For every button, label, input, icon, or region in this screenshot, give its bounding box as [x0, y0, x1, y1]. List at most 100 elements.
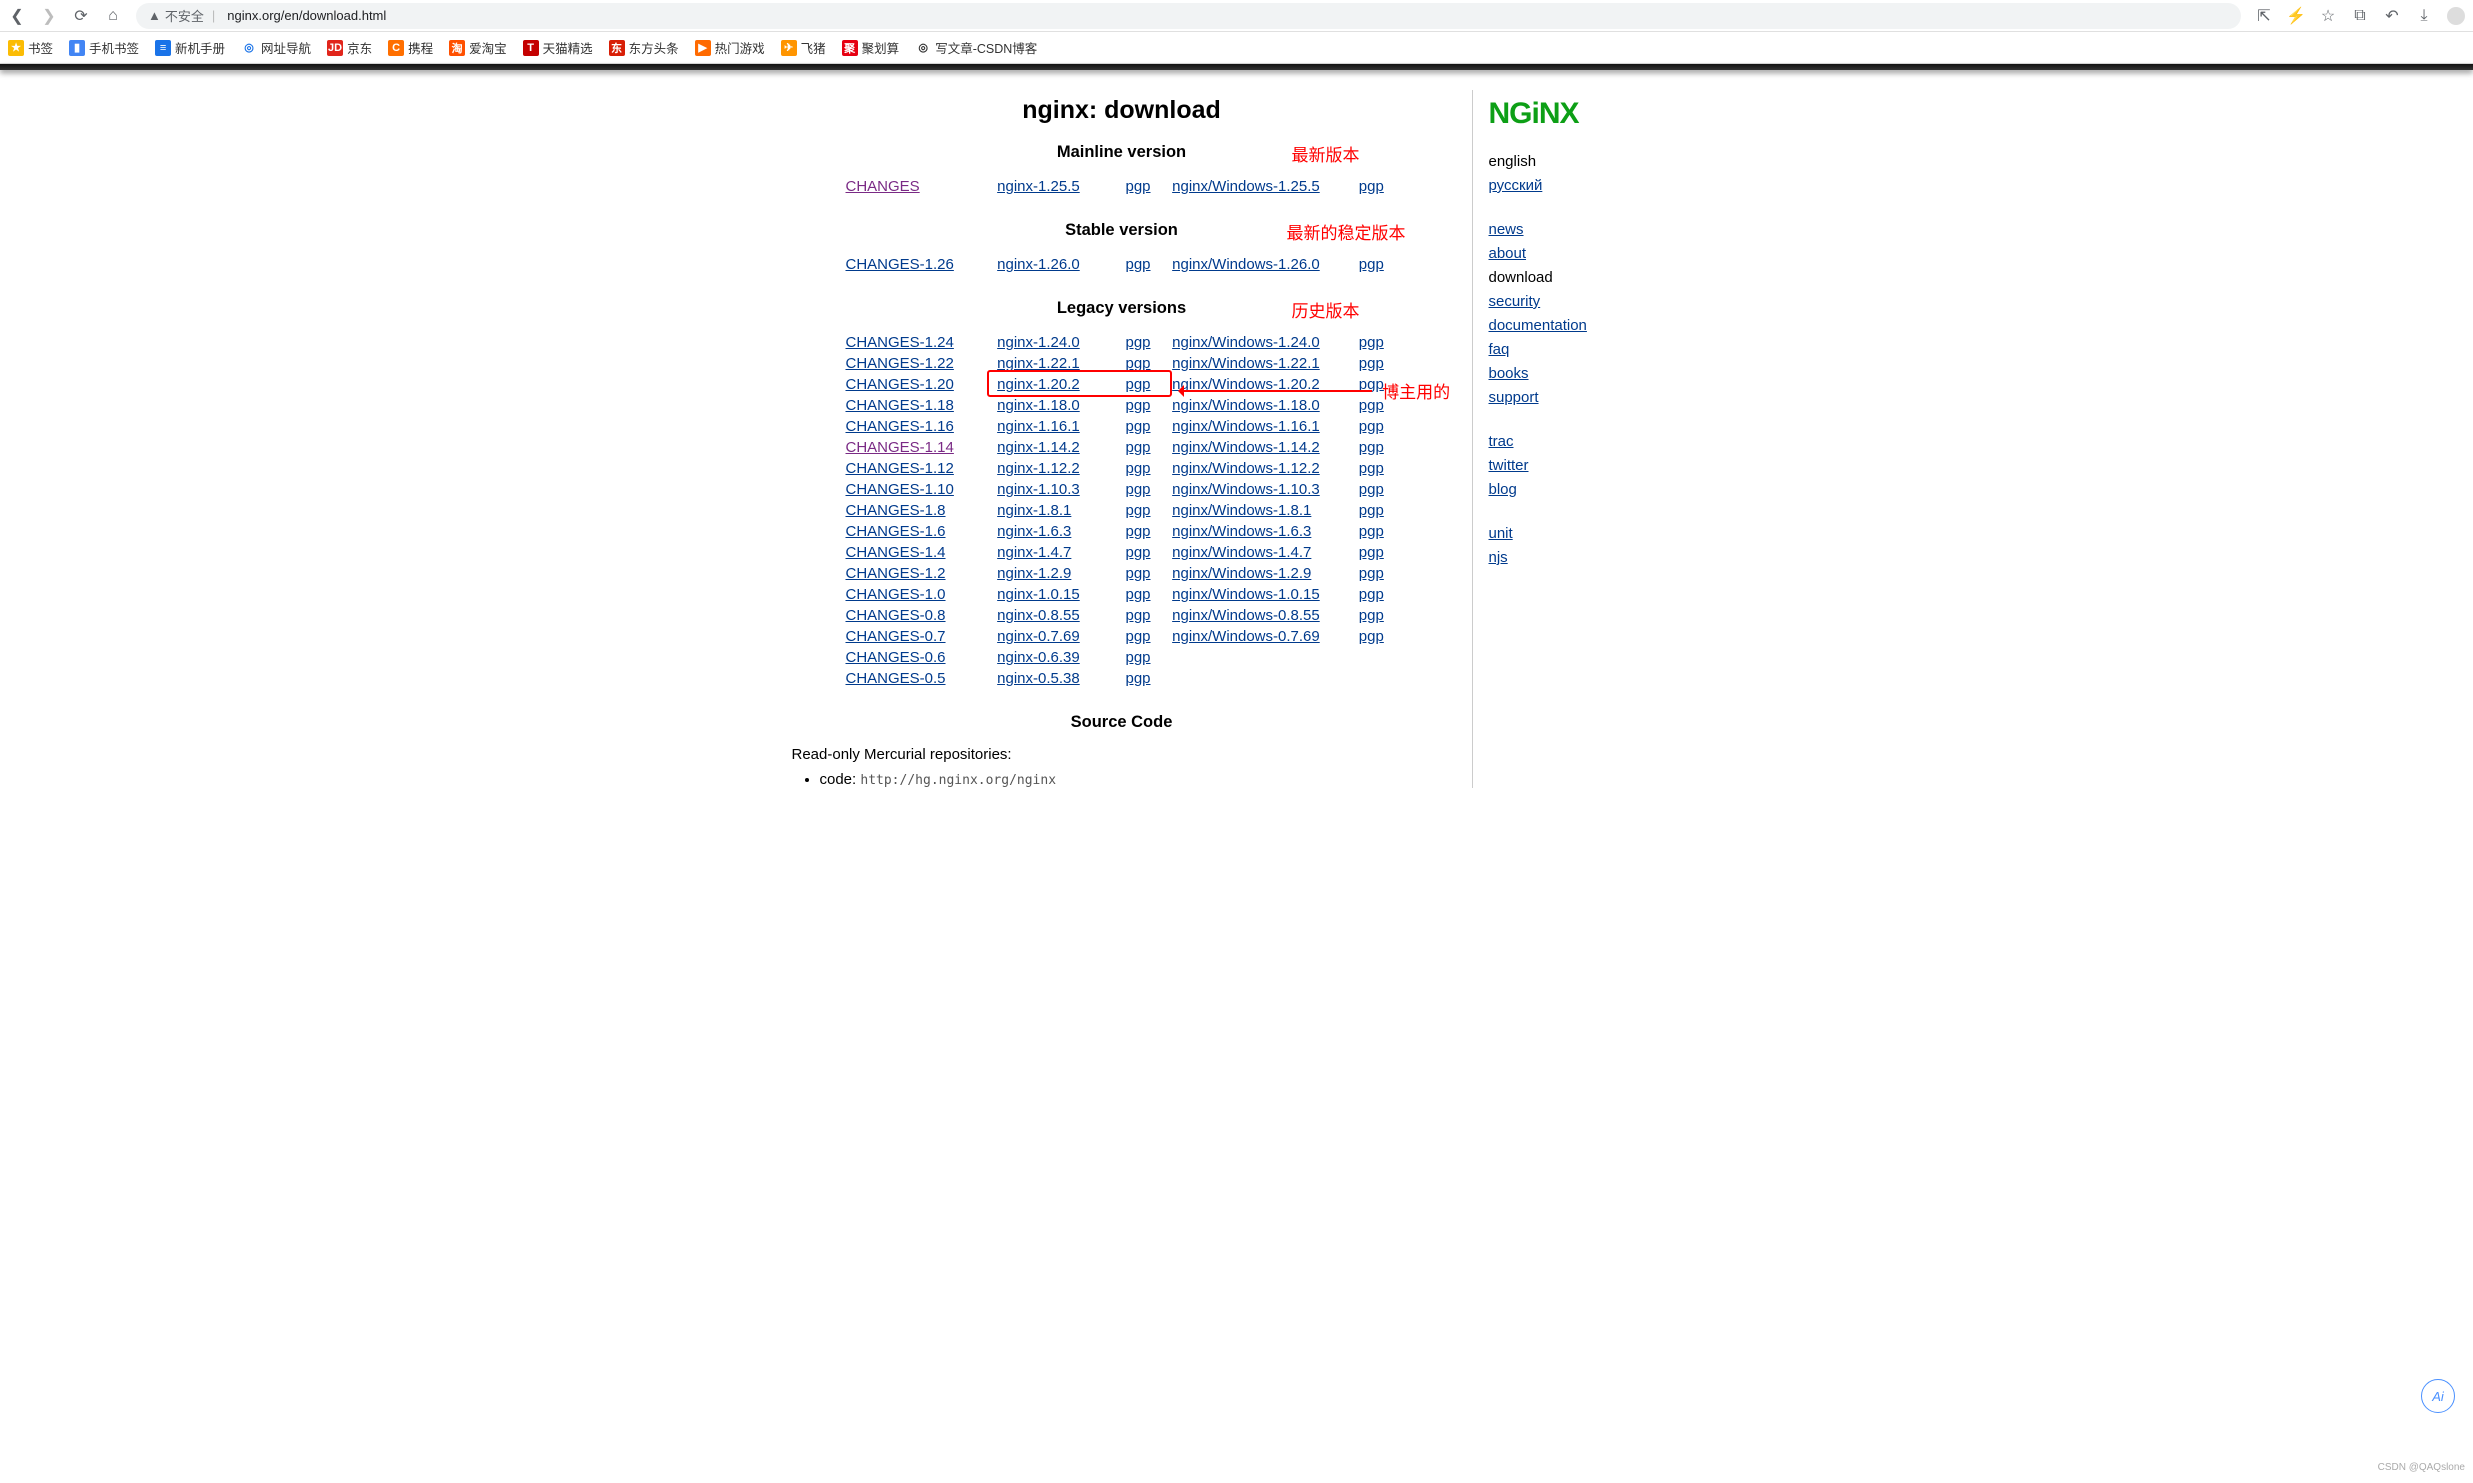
source-link[interactable]: nginx-1.2.9 — [997, 565, 1071, 582]
changes-link[interactable]: CHANGES-1.26 — [846, 256, 954, 273]
source-link[interactable]: nginx-1.8.1 — [997, 502, 1071, 519]
source-link[interactable]: nginx-0.8.55 — [997, 607, 1080, 624]
bookmark-item[interactable]: 聚聚划算 — [842, 38, 900, 57]
bookmark-item[interactable]: JD京东 — [327, 38, 372, 57]
windows-link[interactable]: nginx/Windows-1.12.2 — [1172, 460, 1320, 477]
pgp-link[interactable]: pgp — [1359, 502, 1384, 519]
pgp-link[interactable]: pgp — [1359, 607, 1384, 624]
bookmark-item[interactable]: ✈飞猪 — [781, 38, 826, 57]
windows-link[interactable]: nginx/Windows-1.6.3 — [1172, 523, 1311, 540]
sidebar-link[interactable]: русский — [1489, 177, 1543, 194]
windows-link[interactable]: nginx/Windows-1.24.0 — [1172, 334, 1320, 351]
pgp-link[interactable]: pgp — [1125, 586, 1150, 603]
pgp-link[interactable]: pgp — [1359, 544, 1384, 561]
pgp-link[interactable]: pgp — [1125, 628, 1150, 645]
source-link[interactable]: nginx-0.7.69 — [997, 628, 1080, 645]
changes-link[interactable]: CHANGES-0.7 — [846, 628, 946, 645]
bookmark-item[interactable]: 淘爱淘宝 — [449, 38, 507, 57]
windows-link[interactable]: nginx/Windows-1.2.9 — [1172, 565, 1311, 582]
changes-link[interactable]: CHANGES-1.2 — [846, 565, 946, 582]
ai-badge[interactable]: Ai — [2421, 1379, 2455, 1413]
source-link[interactable]: nginx-1.0.15 — [997, 586, 1080, 603]
changes-link[interactable]: CHANGES-1.24 — [846, 334, 954, 351]
bookmark-item[interactable]: ▮手机书签 — [69, 38, 139, 57]
pgp-link[interactable]: pgp — [1125, 523, 1150, 540]
address-bar[interactable]: ▲不安全| nginx.org/en/download.html — [136, 3, 2241, 29]
share-icon[interactable]: ⇱ — [2255, 7, 2273, 25]
changes-link[interactable]: CHANGES-1.8 — [846, 502, 946, 519]
star-icon[interactable]: ☆ — [2319, 7, 2337, 25]
source-link[interactable]: nginx-1.14.2 — [997, 439, 1080, 456]
sidebar-link[interactable]: njs — [1489, 549, 1508, 566]
sidebar-link[interactable]: news — [1489, 221, 1524, 238]
pgp-link[interactable]: pgp — [1359, 355, 1384, 372]
pgp-link[interactable]: pgp — [1125, 178, 1150, 195]
changes-link[interactable]: CHANGES-1.4 — [846, 544, 946, 561]
bookmark-item[interactable]: ◎写文章-CSDN博客 — [915, 38, 1037, 57]
source-link[interactable]: nginx-0.6.39 — [997, 649, 1080, 666]
pgp-link[interactable]: pgp — [1359, 439, 1384, 456]
windows-link[interactable]: nginx/Windows-1.0.15 — [1172, 586, 1320, 603]
changes-link[interactable]: CHANGES-1.12 — [846, 460, 954, 477]
bookmark-item[interactable]: ◎网址导航 — [241, 38, 311, 57]
windows-link[interactable]: nginx/Windows-1.14.2 — [1172, 439, 1320, 456]
bookmark-item[interactable]: ★书签 — [8, 38, 53, 57]
pgp-link[interactable]: pgp — [1359, 628, 1384, 645]
source-link[interactable]: nginx-1.24.0 — [997, 334, 1080, 351]
pgp-link[interactable]: pgp — [1359, 565, 1384, 582]
back-button[interactable]: ❮ — [8, 7, 26, 25]
windows-link[interactable]: nginx/Windows-1.4.7 — [1172, 544, 1311, 561]
source-link[interactable]: nginx-1.25.5 — [997, 178, 1080, 195]
changes-link[interactable]: CHANGES-1.10 — [846, 481, 954, 498]
changes-link[interactable]: CHANGES — [846, 178, 920, 195]
source-link[interactable]: nginx-0.5.38 — [997, 670, 1080, 687]
pgp-link[interactable]: pgp — [1359, 523, 1384, 540]
download-icon[interactable]: ⤓ — [2415, 7, 2433, 25]
home-button[interactable]: ⌂ — [104, 7, 122, 25]
profile-icon[interactable] — [2447, 7, 2465, 25]
source-link[interactable]: nginx-1.10.3 — [997, 481, 1080, 498]
pgp-link[interactable]: pgp — [1125, 649, 1150, 666]
changes-link[interactable]: CHANGES-1.16 — [846, 418, 954, 435]
changes-link[interactable]: CHANGES-1.6 — [846, 523, 946, 540]
sidebar-link[interactable]: blog — [1489, 481, 1517, 498]
windows-link[interactable]: nginx/Windows-1.18.0 — [1172, 397, 1320, 414]
windows-link[interactable]: nginx/Windows-1.25.5 — [1172, 178, 1320, 195]
sidebar-link[interactable]: books — [1489, 365, 1529, 382]
pgp-link[interactable]: pgp — [1125, 607, 1150, 624]
windows-link[interactable]: nginx/Windows-1.8.1 — [1172, 502, 1311, 519]
pgp-link[interactable]: pgp — [1359, 481, 1384, 498]
sidebar-link[interactable]: twitter — [1489, 457, 1529, 474]
changes-link[interactable]: CHANGES-0.5 — [846, 670, 946, 687]
bookmark-item[interactable]: ▶热门游戏 — [695, 38, 765, 57]
pgp-link[interactable]: pgp — [1125, 256, 1150, 273]
changes-link[interactable]: CHANGES-0.8 — [846, 607, 946, 624]
repo-url[interactable]: http://hg.nginx.org/nginx — [860, 773, 1056, 788]
bolt-icon[interactable]: ⚡ — [2287, 7, 2305, 25]
bookmark-item[interactable]: ≡新机手册 — [155, 38, 225, 57]
bookmark-item[interactable]: C携程 — [388, 38, 433, 57]
sidebar-link[interactable]: documentation — [1489, 317, 1587, 334]
pgp-link[interactable]: pgp — [1359, 460, 1384, 477]
pgp-link[interactable]: pgp — [1125, 460, 1150, 477]
pgp-link[interactable]: pgp — [1125, 481, 1150, 498]
bookmark-item[interactable]: 东东方头条 — [609, 38, 679, 57]
pgp-link[interactable]: pgp — [1125, 397, 1150, 414]
sidebar-link[interactable]: faq — [1489, 341, 1510, 358]
sidebar-link[interactable]: trac — [1489, 433, 1514, 450]
pgp-link[interactable]: pgp — [1125, 418, 1150, 435]
sidebar-link[interactable]: about — [1489, 245, 1527, 262]
changes-link[interactable]: CHANGES-1.18 — [846, 397, 954, 414]
forward-button[interactable]: ❯ — [40, 7, 58, 25]
changes-link[interactable]: CHANGES-1.22 — [846, 355, 954, 372]
windows-link[interactable]: nginx/Windows-1.10.3 — [1172, 481, 1320, 498]
source-link[interactable]: nginx-1.4.7 — [997, 544, 1071, 561]
pgp-link[interactable]: pgp — [1125, 565, 1150, 582]
source-link[interactable]: nginx-1.26.0 — [997, 256, 1080, 273]
pgp-link[interactable]: pgp — [1359, 418, 1384, 435]
reload-button[interactable]: ⟳ — [72, 7, 90, 25]
changes-link[interactable]: CHANGES-0.6 — [846, 649, 946, 666]
changes-link[interactable]: CHANGES-1.14 — [846, 439, 954, 456]
pgp-link[interactable]: pgp — [1359, 256, 1384, 273]
bookmark-item[interactable]: T天猫精选 — [523, 38, 593, 57]
